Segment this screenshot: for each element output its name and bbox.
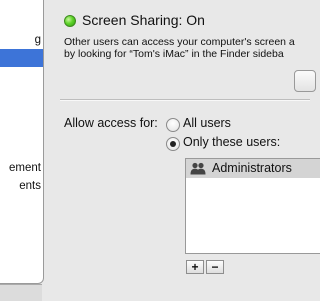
- access-label: Allow access for:: [64, 116, 158, 130]
- description-line: Other users can access your computer's s…: [64, 36, 295, 48]
- service-item-label: ement: [9, 162, 41, 174]
- list-item[interactable]: Administrators: [186, 159, 320, 178]
- radio-all-users-label[interactable]: All users: [183, 116, 231, 130]
- service-item-label: ents: [19, 180, 41, 192]
- radio-only-these-users-label[interactable]: Only these users:: [183, 135, 280, 149]
- services-list-footer: [0, 284, 42, 301]
- list-item-label: Administrators: [212, 161, 292, 175]
- radio-only-these-users[interactable]: [166, 137, 180, 151]
- divider: [60, 99, 310, 101]
- add-user-button[interactable]: +: [186, 260, 204, 274]
- group-icon: [190, 162, 206, 175]
- remove-user-button[interactable]: −: [206, 260, 224, 274]
- description-line: by looking for “Tom's iMac” in the Finde…: [64, 48, 284, 60]
- service-item[interactable]: ement: [0, 159, 43, 177]
- service-item-label: g: [34, 34, 41, 46]
- status-indicator-icon: [64, 15, 76, 27]
- services-list[interactable]: g ement ents: [0, 0, 44, 284]
- users-list[interactable]: Administrators: [185, 158, 320, 254]
- radio-selected-dot: [170, 141, 176, 147]
- status-title: Screen Sharing: On: [82, 12, 205, 28]
- description-text: Other users can access your computer's s…: [64, 36, 320, 60]
- radio-all-users[interactable]: [166, 118, 180, 132]
- edit-button[interactable]: [294, 70, 316, 92]
- service-item[interactable]: g: [0, 31, 43, 49]
- service-item-selected[interactable]: [0, 49, 43, 67]
- service-item[interactable]: ents: [0, 177, 43, 195]
